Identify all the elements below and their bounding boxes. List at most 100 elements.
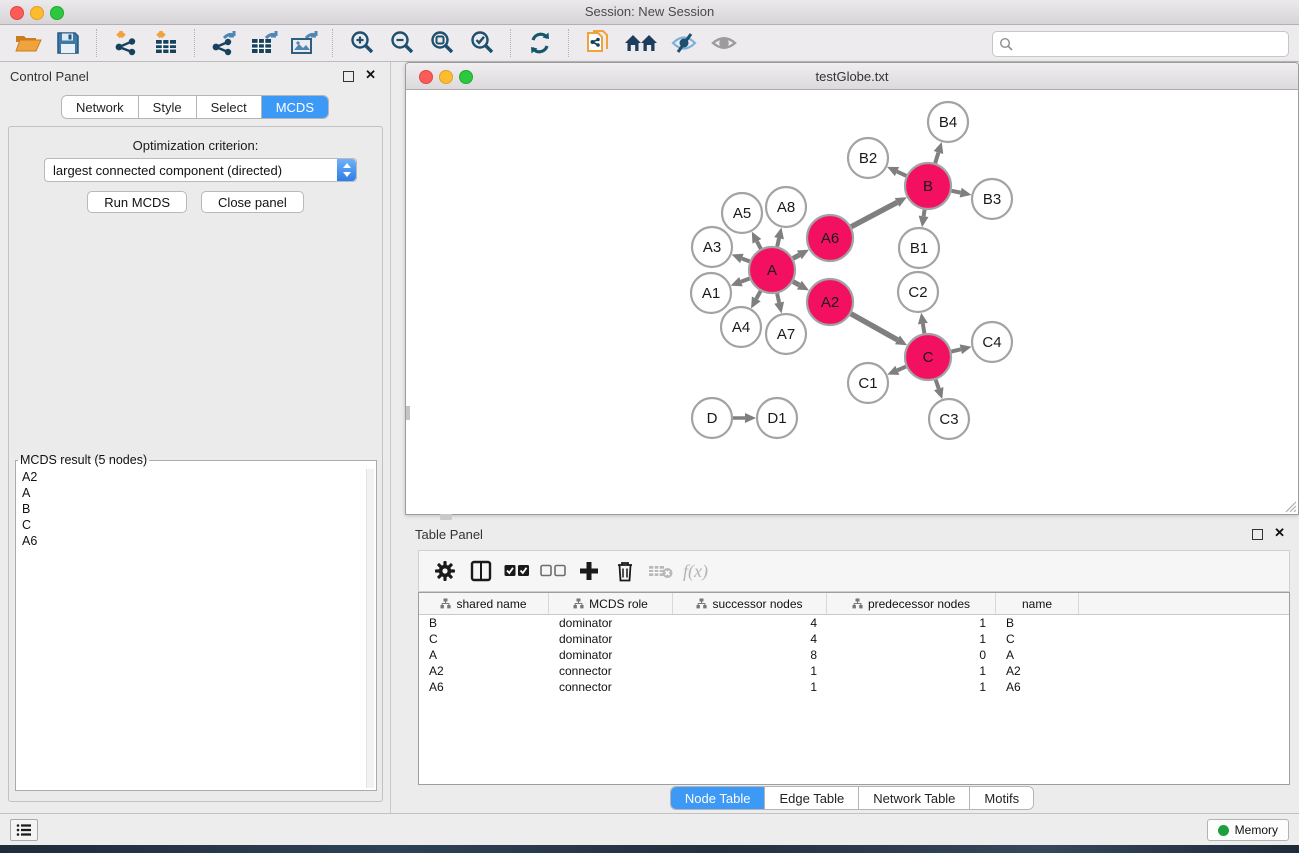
table-cell[interactable]: 4 (673, 631, 827, 647)
deselect-all-checkboxes-button[interactable] (535, 555, 571, 587)
function-builder-button[interactable]: f(x) (683, 561, 708, 582)
optimization-criterion-dropdown[interactable]: largest connected component (directed) (44, 158, 357, 182)
table-row[interactable]: A2connector11A2 (419, 663, 1289, 679)
table-cell[interactable]: 0 (827, 647, 996, 663)
graph-edge[interactable] (951, 349, 960, 351)
table-cell[interactable]: B (419, 615, 549, 631)
column-header-successor-nodes[interactable]: successor nodes (673, 593, 827, 614)
graph-edge[interactable] (851, 202, 897, 226)
zoom-out-button[interactable] (382, 27, 422, 59)
zoom-selected-button[interactable] (462, 27, 502, 59)
close-panel-button[interactable]: Close panel (201, 191, 304, 213)
table-cell[interactable]: dominator (549, 631, 673, 647)
column-view-button[interactable] (463, 555, 499, 587)
column-header-shared-name[interactable]: shared name (419, 593, 549, 614)
save-session-button[interactable] (48, 27, 88, 59)
graph-edge[interactable] (935, 153, 938, 164)
table-cell[interactable]: A2 (419, 663, 549, 679)
mcds-list-scrollbar[interactable] (366, 469, 374, 788)
tab-style[interactable]: Style (139, 96, 197, 118)
network-scrollbar-tick[interactable] (406, 406, 410, 420)
graph-edge[interactable] (897, 367, 906, 371)
table-cell[interactable]: A6 (996, 679, 1079, 695)
refresh-view-button[interactable] (520, 27, 560, 59)
table-cell[interactable]: 1 (827, 679, 996, 695)
close-table-panel-icon[interactable]: ✕ (1274, 525, 1285, 541)
resize-grip-icon[interactable] (1283, 499, 1297, 513)
graph-edge[interactable] (924, 210, 925, 217)
column-header-predecessor-nodes[interactable]: predecessor nodes (827, 593, 996, 614)
mcds-result-item[interactable]: A2 (18, 469, 367, 485)
table-row[interactable]: Cdominator41C (419, 631, 1289, 647)
table-cell[interactable]: 1 (673, 679, 827, 695)
import-network-button[interactable] (106, 27, 146, 59)
graph-edge[interactable] (742, 258, 750, 261)
graph-edge[interactable] (923, 324, 924, 334)
graph-edge[interactable] (936, 380, 939, 389)
tab-motifs[interactable]: Motifs (970, 787, 1033, 809)
table-cell[interactable]: C (419, 631, 549, 647)
table-cell[interactable]: A6 (419, 679, 549, 695)
show-all-button[interactable] (704, 27, 744, 59)
tab-select[interactable]: Select (197, 96, 262, 118)
delete-column-button[interactable] (607, 555, 643, 587)
add-column-button[interactable] (571, 555, 607, 587)
import-table-button[interactable] (146, 27, 186, 59)
graph-edge[interactable] (756, 291, 760, 299)
tab-network[interactable]: Network (62, 96, 139, 118)
table-cell[interactable]: A2 (996, 663, 1079, 679)
tab-edge-table[interactable]: Edge Table (765, 787, 859, 809)
table-cell[interactable]: dominator (549, 615, 673, 631)
network-graph[interactable]: B4B2BB3A8A5A6B1A3AC2A1A2A4A7C4CC1DD1C3 (407, 90, 1299, 514)
table-cell[interactable]: 1 (673, 663, 827, 679)
mcds-result-list[interactable]: A2ABCA6 (18, 469, 367, 788)
graph-edge[interactable] (793, 282, 799, 285)
table-cell[interactable]: connector (549, 679, 673, 695)
graph-edge[interactable] (777, 238, 779, 246)
duplicate-network-button[interactable] (578, 27, 618, 59)
table-cell[interactable]: C (996, 631, 1079, 647)
table-cell[interactable]: 8 (673, 647, 827, 663)
tab-mcds[interactable]: MCDS (262, 96, 328, 118)
hide-unhide-button[interactable] (664, 27, 704, 59)
tab-node-table[interactable]: Node Table (671, 787, 766, 809)
mcds-result-item[interactable]: C (18, 517, 367, 533)
network-canvas[interactable]: B4B2BB3A8A5A6B1A3AC2A1A2A4A7C4CC1DD1C3 (407, 90, 1297, 513)
table-cell[interactable]: 1 (827, 663, 996, 679)
table-row[interactable]: A6connector11A6 (419, 679, 1289, 695)
graph-edge[interactable] (741, 278, 750, 281)
column-header-mcds-role[interactable]: MCDS role (549, 593, 673, 614)
export-image-button[interactable] (284, 27, 324, 59)
graph-edge[interactable] (757, 241, 761, 248)
export-network-button[interactable] (204, 27, 244, 59)
search-input[interactable] (1013, 37, 1288, 51)
zoom-fit-button[interactable] (422, 27, 462, 59)
table-cell[interactable]: B (996, 615, 1079, 631)
mcds-result-item[interactable]: A (18, 485, 367, 501)
table-cell[interactable]: 1 (827, 615, 996, 631)
mcds-result-item[interactable]: B (18, 501, 367, 517)
zoom-in-button[interactable] (342, 27, 382, 59)
run-mcds-button[interactable]: Run MCDS (87, 191, 187, 213)
float-table-panel-icon[interactable] (1252, 529, 1263, 540)
table-settings-button[interactable] (427, 555, 463, 587)
graph-edge[interactable] (793, 255, 799, 258)
graph-edge[interactable] (897, 172, 906, 176)
delete-table-button[interactable] (643, 555, 679, 587)
graph-edge[interactable] (777, 293, 779, 302)
column-header-name[interactable]: name (996, 593, 1079, 614)
select-all-checkboxes-button[interactable] (499, 555, 535, 587)
float-panel-icon[interactable] (343, 71, 354, 82)
memory-button[interactable]: Memory (1207, 819, 1289, 841)
search-field[interactable] (992, 31, 1289, 57)
table-cell[interactable]: dominator (549, 647, 673, 663)
table-cell[interactable]: connector (549, 663, 673, 679)
graph-edge[interactable] (952, 191, 961, 193)
table-cell[interactable]: 1 (827, 631, 996, 647)
table-cell[interactable]: A (419, 647, 549, 663)
close-panel-icon[interactable]: ✕ (365, 67, 376, 83)
table-cell[interactable]: A (996, 647, 1079, 663)
tab-network-table[interactable]: Network Table (859, 787, 970, 809)
table-cell[interactable]: 4 (673, 615, 827, 631)
export-table-button[interactable] (244, 27, 284, 59)
